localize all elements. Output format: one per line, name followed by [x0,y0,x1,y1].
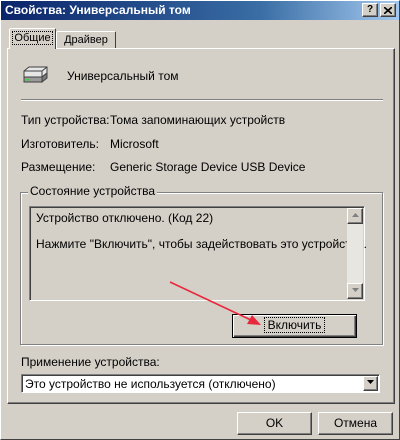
cancel-button[interactable]: Отмена [318,412,393,435]
annotation-arrow-icon [169,281,261,325]
tab-general[interactable]: Общие [9,28,56,49]
separator [21,99,383,101]
location-value: Generic Storage Device USB Device [110,160,306,174]
status-line-code: Устройство отключено. (Код 22) [36,211,214,225]
status-line-hint: Нажмите "Включить", чтобы задействовать … [36,237,367,251]
title-bar[interactable]: Свойства: Универсальный том ? [1,1,399,20]
manufacturer-value: Microsoft [110,137,159,151]
device-usage-label: Применение устройства: [21,355,160,369]
chevron-down-icon [367,380,374,384]
window-title: Свойства: Универсальный том [5,3,191,17]
tab-driver[interactable]: Драйвер [56,31,116,49]
manufacturer-label: Изготовитель: [21,137,99,151]
device-usage-value: Это устройство не используется (отключен… [25,377,276,391]
drive-icon [23,66,48,84]
close-button[interactable] [380,3,396,17]
scroll-up-button[interactable] [347,208,363,224]
scroll-up-icon [351,213,359,217]
tab-general-label: Общие [12,31,53,45]
scroll-down-icon [351,288,359,292]
help-button[interactable]: ? [362,3,378,17]
ok-button[interactable]: OK [237,412,312,435]
properties-dialog: Свойства: Универсальный том ? Общие Драй… [0,0,400,440]
scroll-down-button[interactable] [347,283,363,299]
device-type-value: Тома запоминающих устройств [110,113,286,127]
dropdown-button[interactable] [363,376,378,391]
close-icon [383,6,393,15]
device-name: Универсальный том [67,69,179,83]
device-usage-select[interactable]: Это устройство не используется (отключен… [21,374,380,393]
location-label: Размещение: [21,160,96,174]
enable-button-label: Включить [263,317,326,333]
device-status-title: Состояние устройства [28,184,158,198]
device-type-label: Тип устройства: [21,113,110,127]
status-scrollbar[interactable] [347,208,363,299]
